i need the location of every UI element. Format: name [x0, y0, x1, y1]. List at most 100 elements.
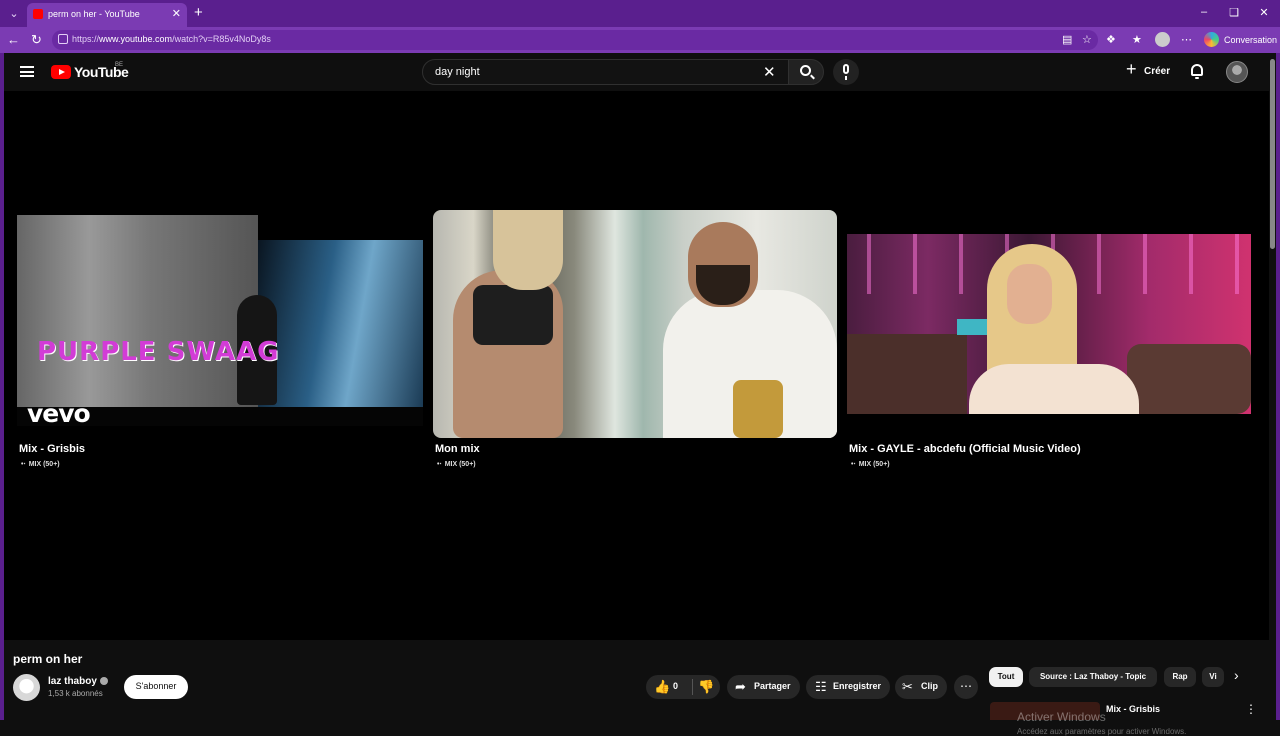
vevo-logo: vevo [27, 399, 91, 426]
like-count[interactable]: 0 [673, 681, 678, 691]
channel-avatar[interactable] [13, 674, 40, 701]
related-more-icon[interactable]: ⋮ [1245, 702, 1257, 716]
address-bar[interactable]: https://www.youtube.com/watch?v=R85v4NoD… [52, 30, 1098, 50]
thumbnail-scene [1007, 264, 1052, 324]
yt-header: YouTube BE day night ✕ + Créer [4, 53, 1276, 91]
end-screen-card[interactable]: Mix - GAYLE - abcdefu (Official Music Vi… [847, 234, 1251, 475]
back-arrow-icon[interactable]: ← [7, 32, 20, 47]
mix-radio-icon: •⋅ [21, 461, 26, 468]
channel-name[interactable]: laz thaboy [48, 676, 108, 687]
thumbnail-scene [969, 364, 1139, 414]
profile-avatar[interactable] [1155, 32, 1170, 47]
notifications-bell-icon[interactable] [1191, 64, 1203, 79]
share-arrow-icon: ➦ [735, 679, 746, 694]
scissors-icon: ✂ [902, 679, 913, 694]
thumbnail-overlay-text: PURPLE SWAAG [37, 337, 280, 367]
minimize-icon[interactable]: – [1196, 6, 1212, 18]
plus-icon: + [1126, 59, 1137, 79]
card-thumbnail[interactable] [433, 210, 837, 438]
lock-icon [58, 34, 68, 44]
chip-rap[interactable]: Rap [1164, 667, 1196, 687]
chip-partial[interactable]: Vi [1202, 667, 1224, 687]
save-label: Enregistrer [833, 681, 882, 691]
favorite-star-icon[interactable]: ☆ [1082, 33, 1092, 46]
read-aloud-icon[interactable]: ▤ [1062, 33, 1072, 46]
youtube-logo-icon[interactable] [51, 65, 71, 79]
youtube-page: YouTube BE day night ✕ + Créer PURPLE SW… [4, 53, 1276, 736]
microphone-icon [843, 64, 849, 80]
account-avatar[interactable] [1226, 61, 1248, 83]
thumbnail-scene [17, 215, 258, 407]
card-title[interactable]: Mix - GAYLE - abcdefu (Official Music Vi… [849, 443, 1081, 455]
tab-close-icon[interactable]: ✕ [172, 7, 181, 20]
like-dislike-group: 👍 0 👎 [646, 675, 720, 699]
conversation-label: Conversation [1224, 35, 1278, 45]
voice-search-button[interactable] [833, 59, 859, 85]
bookmark-icon: ☷ [815, 679, 827, 694]
related-title[interactable]: Mix - Grisbis [1106, 704, 1160, 714]
menu-icon[interactable] [20, 66, 34, 77]
chip-source[interactable]: Source : Laz Thaboy - Topic [1029, 667, 1157, 687]
address-toolbar: ← ↻ https://www.youtube.com/watch?v=R85v… [0, 27, 1280, 53]
video-info: perm on her laz thaboy 1,53 k abonnés S'… [4, 640, 1276, 736]
search-input[interactable]: day night ✕ [422, 59, 790, 85]
subscriber-count: 1,53 k abonnés [48, 689, 103, 698]
card-thumbnail[interactable] [847, 234, 1251, 414]
chip-all[interactable]: Tout [989, 667, 1023, 687]
refresh-icon[interactable]: ↻ [31, 32, 42, 48]
thumbs-down-icon[interactable]: 👎 [698, 679, 714, 695]
divider [692, 679, 693, 695]
scrollbar[interactable] [1269, 53, 1276, 720]
more-actions-icon[interactable]: ⋯ [954, 675, 978, 699]
chip-label: Tout [997, 672, 1015, 681]
save-button[interactable]: ☷ Enregistrer [806, 675, 890, 699]
end-screen-card[interactable]: Mon mix •⋅ MIX (50+) [433, 210, 837, 475]
card-meta: •⋅ MIX (50+) [851, 461, 890, 468]
card-meta: •⋅ MIX (50+) [21, 461, 60, 468]
clear-search-icon[interactable]: ✕ [763, 63, 776, 81]
share-button[interactable]: ➦ Partager [727, 675, 800, 699]
copilot-icon [1204, 32, 1219, 47]
tab-title: perm on her - YouTube [48, 9, 140, 19]
thumbnail-scene [493, 210, 563, 290]
activation-watermark-title: Activer Windows [1017, 710, 1106, 724]
tab-bar: ⌄ perm on her - YouTube ✕ + – ❑ ✕ [0, 0, 1280, 27]
maximize-icon[interactable]: ❑ [1226, 6, 1242, 19]
card-title[interactable]: Mon mix [435, 443, 480, 455]
end-screen-card[interactable]: PURPLE SWAAG vevo Mix - Grisbis •⋅ MIX (5… [17, 215, 423, 475]
card-thumbnail[interactable]: PURPLE SWAAG vevo [17, 215, 423, 426]
search-icon [800, 65, 811, 76]
thumbnail-scene [1127, 344, 1251, 414]
subscribe-label: S'abonner [135, 681, 177, 691]
subscribe-button[interactable]: S'abonner [124, 675, 188, 699]
chevron-right-icon[interactable]: › [1234, 667, 1239, 683]
search-value[interactable]: day night [435, 66, 480, 78]
scrollbar-thumb[interactable] [1270, 59, 1275, 249]
region-badge: BE [115, 62, 124, 68]
browser-window: ⌄ perm on her - YouTube ✕ + – ❑ ✕ ← ↻ ht… [0, 0, 1280, 736]
thumbs-up-icon[interactable]: 👍 [654, 679, 670, 695]
activation-watermark-text: Accédez aux paramètres pour activer Wind… [1017, 727, 1187, 736]
mix-radio-icon: •⋅ [437, 461, 442, 468]
clip-label: Clip [921, 681, 938, 691]
more-menu-icon[interactable]: ⋯ [1181, 33, 1192, 46]
youtube-favicon-icon [33, 9, 43, 19]
extensions-icon[interactable]: ❖ [1106, 33, 1116, 46]
window-close-icon[interactable]: ✕ [1256, 6, 1272, 19]
share-label: Partager [754, 681, 791, 691]
clip-button[interactable]: ✂ Clip [895, 675, 947, 699]
thumbnail-scene [258, 240, 423, 407]
verified-icon [99, 677, 108, 686]
create-label: Créer [1144, 66, 1171, 77]
browser-tab[interactable]: perm on her - YouTube ✕ [27, 3, 187, 27]
tab-list-chevron-icon[interactable]: ⌄ [6, 6, 22, 22]
thumbnail-scene [847, 334, 967, 414]
url-text[interactable]: https://www.youtube.com/watch?v=R85v4NoD… [72, 34, 271, 44]
search-button[interactable] [788, 59, 824, 85]
favorites-icon[interactable]: ★ [1132, 33, 1142, 46]
card-meta: •⋅ MIX (50+) [437, 461, 476, 468]
mix-radio-icon: •⋅ [851, 461, 856, 468]
card-title[interactable]: Mix - Grisbis [19, 443, 85, 455]
new-tab-icon[interactable]: + [194, 4, 203, 21]
thumbnail-scene [733, 380, 783, 438]
